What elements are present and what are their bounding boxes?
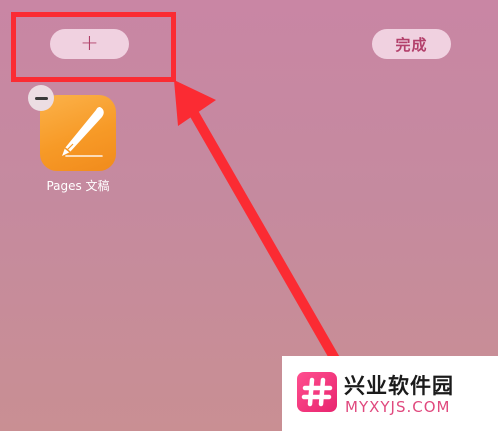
pen-nib-icon bbox=[62, 107, 104, 157]
plus-icon: + bbox=[80, 31, 99, 56]
watermark-logo bbox=[297, 372, 337, 412]
remove-app-badge[interactable] bbox=[28, 85, 54, 111]
pages-app-icon[interactable] bbox=[40, 95, 116, 171]
hash-logo-icon bbox=[301, 377, 333, 407]
add-widget-button[interactable]: + bbox=[50, 29, 129, 59]
watermark-domain: MYXYJS.COM bbox=[345, 398, 451, 416]
minus-icon bbox=[34, 96, 48, 100]
done-button[interactable]: 完成 bbox=[372, 29, 451, 59]
app-label-pages: Pages 文稿 bbox=[46, 179, 110, 193]
watermark: 兴业软件园 MYXYJS.COM bbox=[282, 356, 498, 431]
watermark-title: 兴业软件园 bbox=[344, 374, 454, 398]
